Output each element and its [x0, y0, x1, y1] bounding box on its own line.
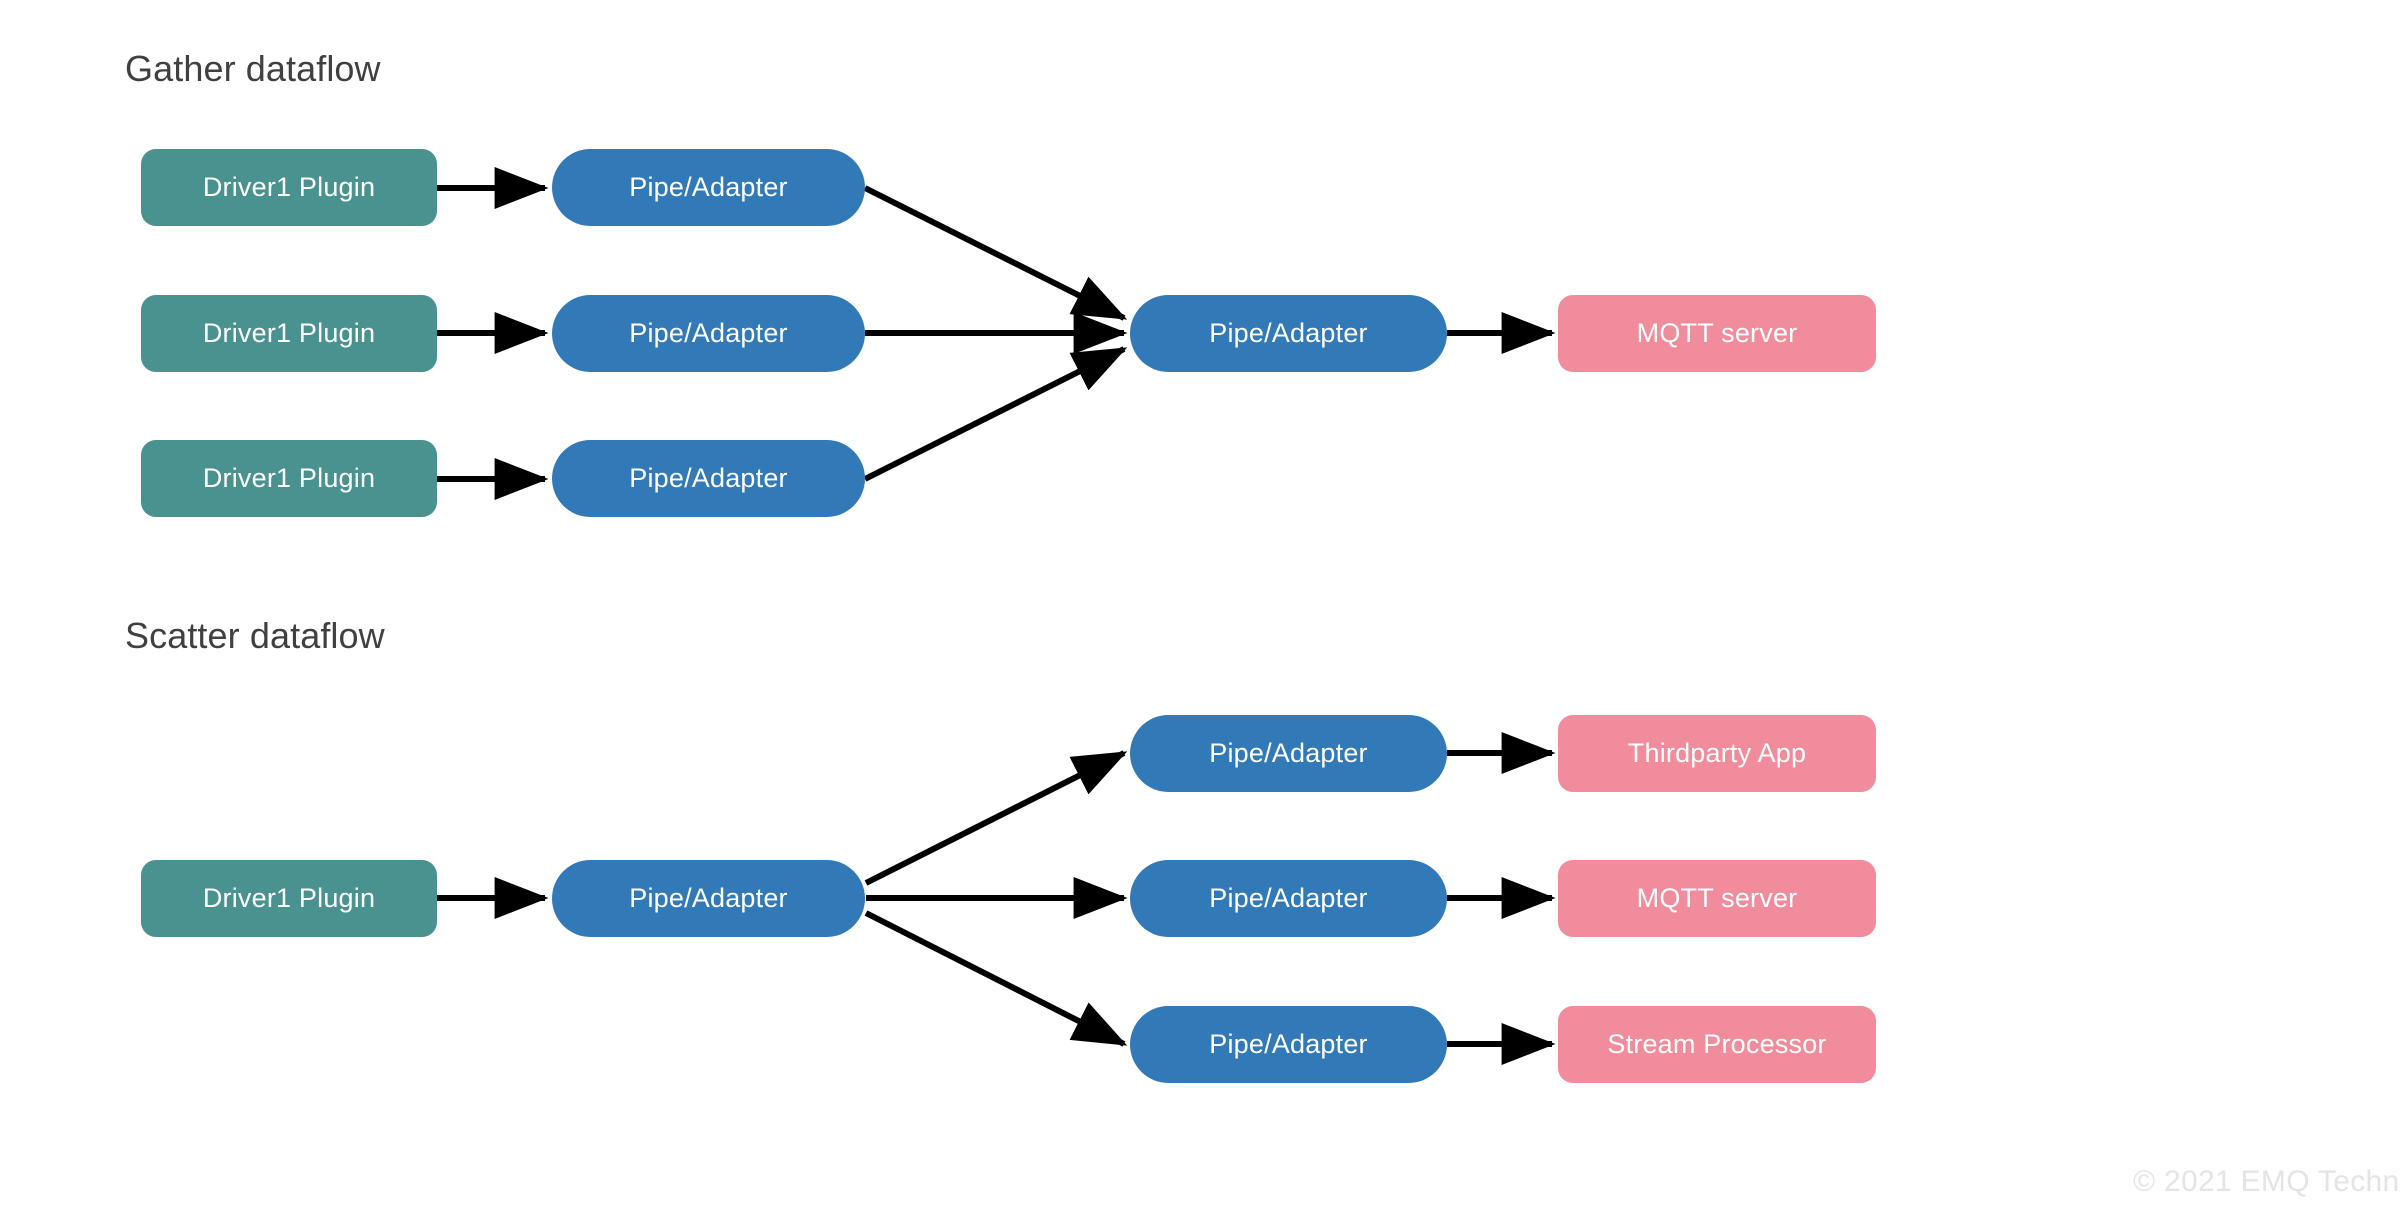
arrow-scatter-splitter-to-pipe3 [864, 910, 1128, 1047]
gather-section-title: Gather dataflow [125, 48, 381, 89]
scatter-pipe-3[interactable]: Pipe/Adapter [1130, 1006, 1447, 1083]
gather-aggregator-pipe[interactable]: Pipe/Adapter [1130, 295, 1447, 372]
scatter-sink-stream-processor[interactable]: Stream Processor [1558, 1006, 1876, 1083]
scatter-splitter-pipe[interactable]: Pipe/Adapter [552, 860, 865, 937]
arrow-gather-pipe1-to-aggregator [863, 185, 1128, 321]
scatter-pipe-2[interactable]: Pipe/Adapter [1130, 860, 1447, 937]
scatter-sink-mqtt-server[interactable]: MQTT server [1558, 860, 1876, 937]
diagram-canvas: Gather dataflow Driver1 Plugin Driver1 P… [0, 0, 2400, 1218]
gather-driver-3[interactable]: Driver1 Plugin [141, 440, 437, 517]
gather-driver-2[interactable]: Driver1 Plugin [141, 295, 437, 372]
gather-driver-1[interactable]: Driver1 Plugin [141, 149, 437, 226]
gather-pipe-2[interactable]: Pipe/Adapter [552, 295, 865, 372]
copyright-notice: © 2021 EMQ Techn [2133, 1165, 2400, 1198]
arrow-scatter-splitter-to-pipe1 [864, 750, 1128, 886]
scatter-pipe-1[interactable]: Pipe/Adapter [1130, 715, 1447, 792]
scatter-driver-1[interactable]: Driver1 Plugin [141, 860, 437, 937]
gather-sink-mqtt-server[interactable]: MQTT server [1558, 295, 1876, 372]
scatter-sink-thirdparty-app[interactable]: Thirdparty App [1558, 715, 1876, 792]
gather-pipe-1[interactable]: Pipe/Adapter [552, 149, 865, 226]
arrow-gather-pipe3-to-aggregator [863, 346, 1128, 482]
scatter-section-title: Scatter dataflow [125, 615, 385, 656]
gather-pipe-3[interactable]: Pipe/Adapter [552, 440, 865, 517]
